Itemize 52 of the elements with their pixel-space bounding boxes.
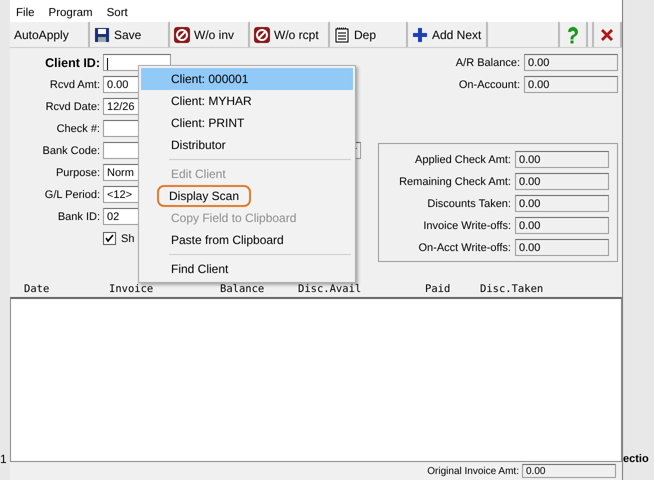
close-button[interactable] [592,22,622,48]
field-label: Rcvd Date: [44,100,101,113]
close-icon [599,26,615,43]
field-label: Invoice Write-offs: [423,220,512,232]
field-label: Bank ID: [56,210,101,223]
field-label: Client ID: [44,56,101,70]
menu-item[interactable]: Sort [106,7,128,20]
column-header[interactable]: Balance [220,283,298,296]
field-label: Original Invoice Amt: [427,466,519,476]
background-text: ectio [623,452,649,466]
readonly-field: 0.00 [515,239,609,256]
menu-item[interactable]: Client: MYHAR [141,90,353,112]
menu-item[interactable]: Client: 000001 [141,68,353,90]
column-header[interactable]: Disc.Avail [298,283,425,296]
column-header[interactable]: Paid [425,283,480,296]
field-label: Purpose: [54,166,101,179]
column-header[interactable]: Date [24,283,109,296]
background-text: 1 [0,452,7,466]
menu-item[interactable]: Display Scan [141,185,353,207]
readonly-field: 0.00 [515,195,609,212]
menu-item[interactable]: Program [48,7,93,20]
field-label: Rcvd Amt: [48,78,101,91]
menu-item[interactable]: Find Client [141,258,353,280]
help-icon [565,26,581,44]
field-label: Bank Code: [42,144,101,157]
field-label: Applied Check Amt: [415,154,512,166]
readonly-field: 0.00 [524,54,618,72]
checkbox[interactable] [103,232,116,246]
readonly-field: 0.00 [524,76,618,94]
column-header[interactable]: Disc.Taken [480,283,622,296]
notepad-icon [334,26,350,43]
field-label: On-Account: [458,78,521,91]
field-label: A/R Balance: [456,56,521,69]
menu-item[interactable]: Distributor [141,134,353,156]
column-header[interactable]: Invoice [109,283,220,296]
readonly-field: 0.00 [522,464,616,478]
checkbox-label: Sh [121,232,134,245]
readonly-field: 0.00 [515,217,609,234]
field-label: G/L Period: [44,188,101,201]
plus-icon [412,26,428,43]
readonly-field: 0.00 [515,151,609,168]
field-label: On-Acct Write-offs: [418,242,512,254]
menu-item[interactable]: Paste from Clipboard [141,229,353,251]
prohibited-icon [174,26,190,43]
readonly-field: 0.00 [515,173,609,190]
field-label: Check #: [56,122,101,135]
help-button[interactable] [558,22,588,48]
field-label: Discounts Taken: [427,198,512,210]
prohibited-icon [254,26,270,43]
menu-item[interactable]: File [16,7,35,20]
field-label: Remaining Check Amt: [399,176,512,188]
menu-item[interactable]: Client: PRINT [141,112,353,134]
